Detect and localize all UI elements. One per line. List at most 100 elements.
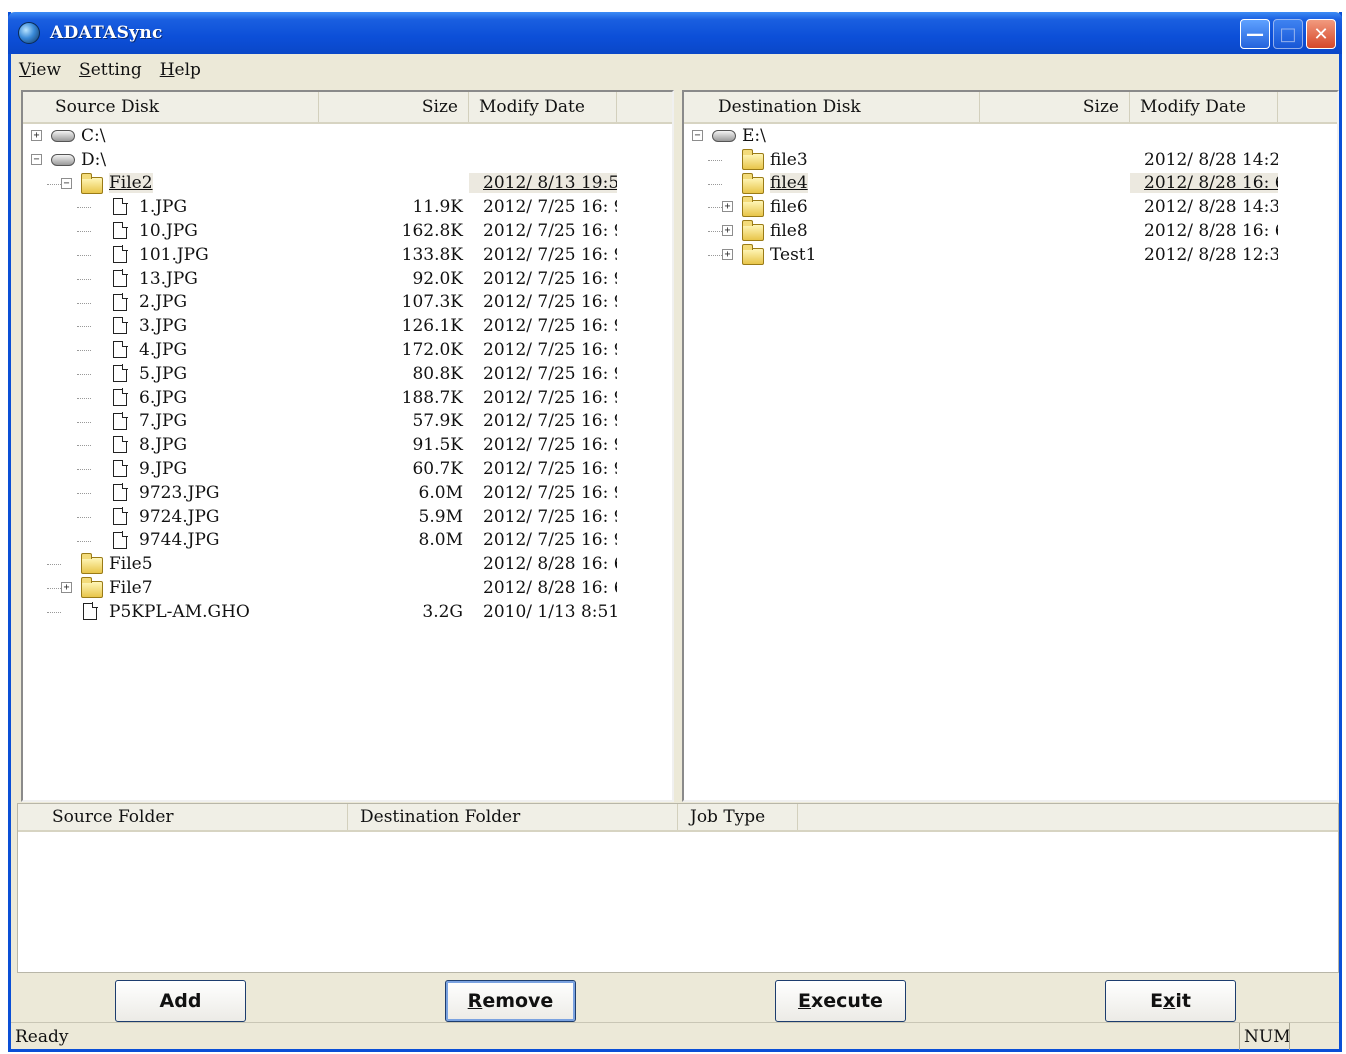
source-row[interactable]: 9723.JPG 6.0M 2012/ 7/25 16: 9... (23, 481, 672, 505)
source-row-date-cell: 2012/ 7/25 16: 9... (469, 316, 617, 336)
source-row-name-cell: + C:\ (23, 124, 319, 148)
drive-icon (51, 153, 75, 166)
status-bar: Ready NUM (11, 1022, 1339, 1050)
source-row-name-cell: 9723.JPG (23, 481, 319, 505)
source-row[interactable]: 7.JPG 57.9K 2012/ 7/25 16: 9... (23, 410, 672, 434)
destination-col-name[interactable]: Destination Disk (684, 92, 980, 122)
source-item-date: 2012/ 7/25 16: 9... (483, 244, 617, 265)
folder-icon (81, 577, 103, 599)
source-header: Source Disk Size Modify Date (23, 92, 672, 124)
window-title: ADATASync (50, 23, 163, 43)
destination-col-date[interactable]: Modify Date (1130, 92, 1278, 122)
destination-row[interactable]: + Test1 2012/ 8/28 12:3... (684, 243, 1337, 267)
source-item-name: 13.JPG (139, 268, 198, 289)
job-col-type[interactable]: Job Type (678, 804, 798, 830)
job-list-header: Source Folder Destination Folder Job Typ… (18, 804, 1338, 832)
menu-setting[interactable]: Setting (79, 60, 142, 80)
source-row-name-cell: P5KPL-AM.GHO (23, 600, 319, 624)
source-row[interactable]: 4.JPG 172.0K 2012/ 7/25 16: 9... (23, 338, 672, 362)
source-item-name: 101.JPG (139, 244, 209, 265)
source-row[interactable]: − File2 2012/ 8/13 19:5... (23, 172, 672, 196)
destination-row-date-cell: 2012/ 8/28 16: 6... (1130, 173, 1278, 194)
file-icon (113, 293, 128, 311)
source-row[interactable]: 5.JPG 80.8K 2012/ 7/25 16: 9... (23, 362, 672, 386)
destination-row[interactable]: − E:\ (684, 124, 1337, 148)
source-row[interactable]: + C:\ (23, 124, 672, 148)
source-item-name: 4.JPG (139, 340, 188, 361)
menu-view[interactable]: View (19, 60, 61, 80)
source-col-date[interactable]: Modify Date (469, 92, 617, 122)
minimize-icon: — (1246, 23, 1264, 45)
title-bar[interactable]: ADATASync — □ ✕ (8, 12, 1342, 54)
destination-col-size[interactable]: Size (980, 92, 1130, 122)
source-row[interactable]: 3.JPG 126.1K 2012/ 7/25 16: 9... (23, 314, 672, 338)
close-button[interactable]: ✕ (1306, 19, 1336, 49)
source-row[interactable]: 10.JPG 162.8K 2012/ 7/25 16: 9... (23, 219, 672, 243)
destination-row-date-cell: 2012/ 8/28 16: 6... (1130, 221, 1278, 241)
collapse-icon[interactable]: − (692, 130, 703, 141)
source-item-date: 2012/ 7/25 16: 9... (483, 411, 617, 432)
source-row-name-cell: 10.JPG (23, 219, 319, 243)
tree-connector (77, 421, 91, 423)
source-col-name[interactable]: Source Disk (23, 92, 319, 122)
source-row-name-cell: 8.JPG (23, 433, 319, 457)
exit-button[interactable]: Ex it (1105, 980, 1236, 1022)
destination-disk-pane[interactable]: Destination Disk Size Modify Date − E:\ fi… (682, 90, 1339, 802)
destination-row[interactable]: file3 2012/ 8/28 14:2... (684, 148, 1337, 172)
source-row[interactable]: File5 2012/ 8/28 16: 6... (23, 552, 672, 576)
destination-header: Destination Disk Size Modify Date (684, 92, 1337, 124)
menu-help[interactable]: Help (160, 60, 201, 80)
source-row[interactable]: 9.JPG 60.7K 2012/ 7/25 16: 9... (23, 457, 672, 481)
source-row[interactable]: 1.JPG 11.9K 2012/ 7/25 16: 9... (23, 195, 672, 219)
source-disk-pane[interactable]: Source Disk Size Modify Date + C:\ − D:\ − Fi… (21, 90, 674, 802)
remove-button-label: emove (482, 990, 554, 1012)
remove-button[interactable]: Remove (445, 980, 576, 1022)
source-item-size: 126.1K (401, 316, 463, 337)
source-row[interactable]: 8.JPG 91.5K 2012/ 7/25 16: 9... (23, 433, 672, 457)
source-item-date: 2012/ 8/28 16: 6... (483, 554, 617, 575)
source-row[interactable]: 2.JPG 107.3K 2012/ 7/25 16: 9... (23, 291, 672, 315)
expand-icon[interactable]: + (722, 225, 733, 237)
source-row[interactable]: 9744.JPG 8.0M 2012/ 7/25 16: 9... (23, 529, 672, 553)
source-row-date-cell: 2012/ 7/25 16: 9... (469, 507, 617, 527)
source-item-name: 9.JPG (139, 459, 188, 480)
source-row-date-cell: 2012/ 7/25 16: 9... (469, 340, 617, 360)
job-col-destination[interactable]: Destination Folder (348, 804, 678, 830)
minimize-button[interactable]: — (1240, 19, 1270, 49)
execute-button-label: xecute (811, 990, 883, 1012)
expand-icon[interactable]: + (61, 582, 72, 594)
expand-icon[interactable]: + (31, 130, 42, 141)
destination-row[interactable]: + file8 2012/ 8/28 16: 6... (684, 219, 1337, 243)
execute-button[interactable]: Execute (775, 980, 906, 1022)
tree-connector (77, 445, 91, 447)
tree-connector (708, 254, 722, 256)
file-icon (113, 531, 128, 549)
source-row[interactable]: − D:\ (23, 148, 672, 172)
destination-item-name: file6 (770, 197, 808, 218)
source-row[interactable]: + File7 2012/ 8/28 16: 6... (23, 576, 672, 600)
file-icon (113, 340, 128, 359)
tree-connector (708, 183, 722, 185)
source-row-name-cell: 4.JPG (23, 338, 319, 362)
job-col-source[interactable]: Source Folder (18, 804, 348, 830)
expand-icon[interactable]: + (722, 201, 733, 213)
source-row-date-cell: 2012/ 7/25 16: 9... (469, 221, 617, 241)
job-list[interactable]: Source Folder Destination Folder Job Typ… (17, 803, 1339, 973)
source-row-name-cell: 2.JPG (23, 291, 319, 315)
add-button[interactable]: Add (115, 980, 246, 1022)
source-row[interactable]: 101.JPG 133.8K 2012/ 7/25 16: 9... (23, 243, 672, 267)
source-row[interactable]: 9724.JPG 5.9M 2012/ 7/25 16: 9... (23, 505, 672, 529)
source-row[interactable]: P5KPL-AM.GHO 3.2G 2010/ 1/13 8:51... (23, 600, 672, 624)
source-row[interactable]: 6.JPG 188.7K 2012/ 7/25 16: 9... (23, 386, 672, 410)
destination-row[interactable]: + file6 2012/ 8/28 14:3... (684, 195, 1337, 219)
source-row[interactable]: 13.JPG 92.0K 2012/ 7/25 16: 9... (23, 267, 672, 291)
source-item-date: 2012/ 7/25 16: 9... (483, 482, 617, 503)
source-col-size[interactable]: Size (319, 92, 469, 122)
destination-row[interactable]: file4 2012/ 8/28 16: 6... (684, 172, 1337, 196)
maximize-button[interactable]: □ (1273, 19, 1303, 49)
expand-icon[interactable]: + (722, 248, 733, 260)
drive-icon (712, 130, 736, 142)
collapse-icon[interactable]: − (61, 177, 72, 189)
collapse-icon[interactable]: − (31, 153, 42, 165)
source-row-name-cell: − D:\ (23, 148, 319, 172)
